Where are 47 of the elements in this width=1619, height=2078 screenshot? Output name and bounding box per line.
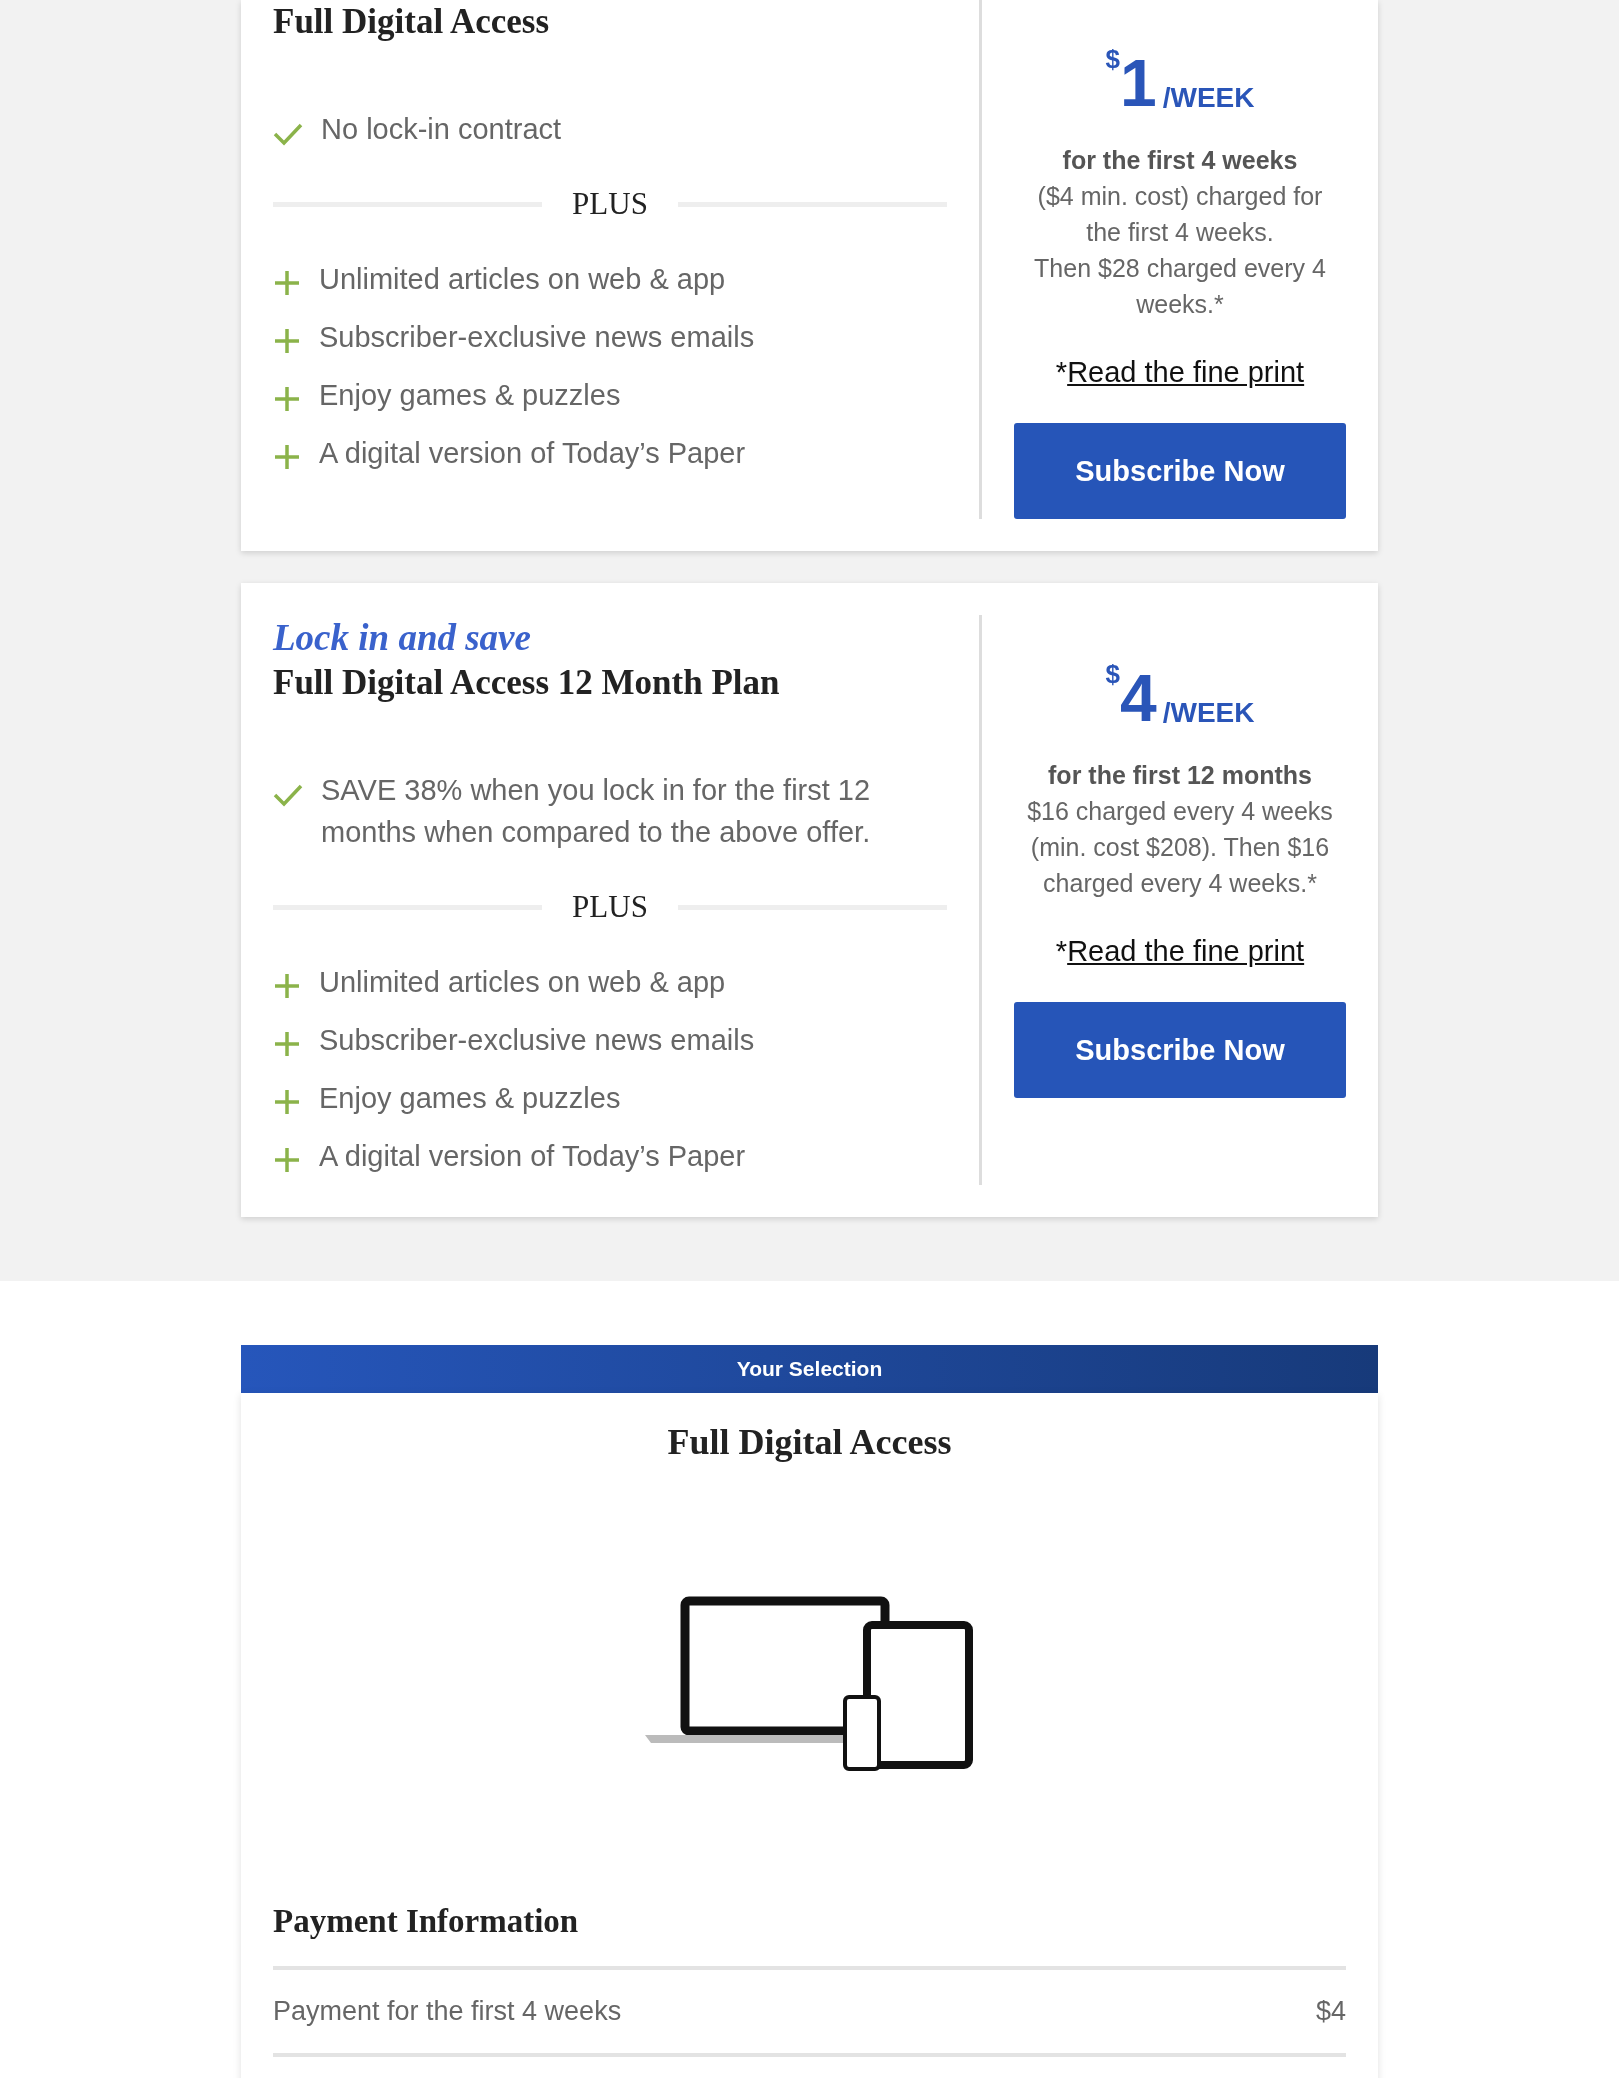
plus-icon [273, 1030, 301, 1058]
price-terms: $16 charged every 4 weeks (min. cost $208). Then $16 charged every 4 weeks.* [1026, 796, 1334, 899]
feature-text: Unlimited articles on web & app [319, 262, 726, 296]
asterisk: * [1055, 356, 1068, 388]
price-amount: 4 [1120, 661, 1157, 735]
plan-title: Full Digital Access 12 Month Plan [273, 662, 781, 704]
price-unit: /WEEK [1162, 82, 1255, 114]
plus-icon [273, 972, 301, 1000]
price-currency: $ [1105, 659, 1120, 689]
feature-text: Enjoy games & puzzles [319, 1081, 621, 1115]
payment-label: Payment for the first 4 weeks [273, 1996, 622, 2027]
subscribe-button[interactable]: Subscribe Now [1014, 423, 1346, 519]
plus-icon [273, 1088, 301, 1116]
subscribe-button[interactable]: Subscribe Now [1014, 1002, 1346, 1098]
asterisk: * [1055, 935, 1068, 967]
plan-title: Full Digital Access [273, 1, 551, 43]
fine-print-link[interactable]: Read the fine print [1067, 356, 1305, 388]
plus-label: PLUS [572, 889, 648, 925]
plus-icon [273, 269, 301, 297]
price-amount: 1 [1120, 46, 1157, 120]
price-terms-heading: for the first 12 months [1048, 760, 1312, 791]
selection-title: Full Digital Access [666, 1421, 953, 1463]
feature-text: Enjoy games & puzzles [319, 378, 621, 412]
selection-banner: Your Selection [241, 1345, 1378, 1393]
fine-print-link[interactable]: Read the fine print [1067, 935, 1305, 967]
price-terms: Then $28 charged every 4 weeks.* [1033, 253, 1327, 320]
feature-text: A digital version of Today’s Paper [319, 1139, 746, 1173]
check-icon [273, 783, 303, 807]
plan-eyebrow: Lock in and save [273, 616, 532, 660]
payment-amount: $4 [1315, 1996, 1346, 2027]
price-unit: /WEEK [1162, 697, 1255, 729]
feature-text: Unlimited articles on web & app [319, 965, 726, 999]
feature-text: Subscriber-exclusive news emails [319, 320, 755, 354]
plus-icon [273, 443, 301, 471]
price-terms-heading: for the first 4 weeks [1062, 145, 1298, 176]
plus-label: PLUS [572, 186, 648, 222]
plan-highlight: No lock-in contract [321, 112, 562, 147]
feature-text: A digital version of Today’s Paper [319, 436, 746, 470]
plus-icon [273, 327, 301, 355]
check-icon [273, 122, 303, 146]
plan-highlight: SAVE 38% when you lock in for the first 12 months when compared to the above offer. [321, 773, 872, 850]
payment-heading: Payment Information [273, 1903, 1346, 1970]
plus-icon [273, 1146, 301, 1174]
plus-icon [273, 385, 301, 413]
price-terms: ($4 min. cost) charged for the first 4 weeks. [1036, 181, 1324, 248]
feature-text: Subscriber-exclusive news emails [319, 1023, 755, 1057]
price-currency: $ [1105, 44, 1120, 74]
